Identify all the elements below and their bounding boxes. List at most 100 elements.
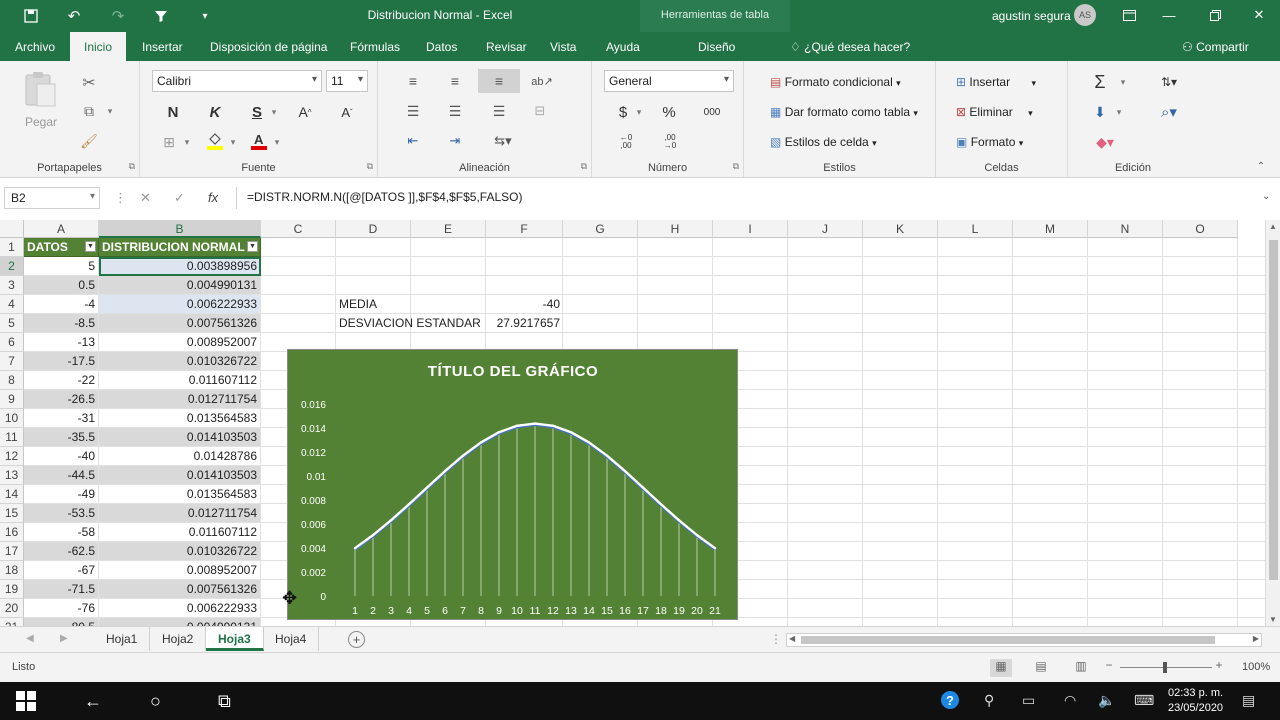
currency-dropdown-icon[interactable]: ▾: [634, 101, 644, 123]
battery-icon[interactable]: ▭: [1022, 692, 1035, 709]
zoom-in-icon[interactable]: +: [1208, 658, 1230, 676]
paste-icon[interactable]: [20, 69, 60, 109]
table-cell-distribucion[interactable]: 0.014103503: [99, 466, 261, 485]
tab-revisar[interactable]: Revisar: [486, 32, 527, 61]
help-icon[interactable]: ?: [940, 690, 960, 713]
sheet-tab-hoja3[interactable]: Hoja3: [206, 627, 264, 651]
enter-icon[interactable]: ✓: [174, 190, 185, 206]
underline-dropdown-icon[interactable]: ▾: [268, 101, 280, 123]
ribbon-display-icon[interactable]: [1116, 4, 1142, 26]
row-header[interactable]: 1: [0, 238, 24, 257]
horizontal-scrollbar[interactable]: ◀ ▶: [786, 633, 1262, 647]
row-header[interactable]: 15: [0, 504, 24, 523]
row-header[interactable]: 3: [0, 276, 24, 295]
fill-color-icon[interactable]: [204, 129, 226, 153]
align-middle-icon[interactable]: ≡: [444, 71, 466, 91]
table-cell-datos[interactable]: -62.5: [24, 542, 99, 561]
font-color-icon[interactable]: A: [248, 129, 270, 153]
font-name-select[interactable]: Calibri ▾: [152, 70, 322, 92]
autosum-dropdown-icon[interactable]: ▾: [1118, 71, 1128, 93]
zoom-level[interactable]: 100%: [1242, 661, 1270, 673]
table-cell-datos[interactable]: -13: [24, 333, 99, 352]
column-header-m[interactable]: M: [1013, 220, 1088, 238]
font-color-dropdown-icon[interactable]: ▾: [272, 131, 282, 153]
align-left-icon[interactable]: ☰: [402, 101, 424, 121]
thousands-button[interactable]: 000: [700, 101, 724, 123]
name-box[interactable]: B2 ▾: [4, 187, 100, 209]
horizontal-scroll-thumb[interactable]: [801, 636, 1215, 644]
table-cell-datos[interactable]: -53.5: [24, 504, 99, 523]
table-cell-distribucion[interactable]: 0.013564583: [99, 409, 261, 428]
table-header-datos[interactable]: DATOS ▼: [24, 238, 99, 257]
borders-icon[interactable]: ⊞: [158, 131, 180, 153]
column-header-o[interactable]: O: [1163, 220, 1238, 238]
sort-filter-icon[interactable]: ⇅▾: [1152, 71, 1186, 93]
table-cell-distribucion[interactable]: 0.010326722: [99, 352, 261, 371]
table-header-distribucion[interactable]: DISTRIBUCION NORMAL ▼: [99, 238, 261, 257]
row-header[interactable]: 21: [0, 618, 24, 626]
row-header[interactable]: 7: [0, 352, 24, 371]
shrink-font-icon[interactable]: Aˇ: [336, 101, 358, 123]
page-break-icon[interactable]: ▥: [1070, 659, 1092, 677]
column-header-l[interactable]: L: [938, 220, 1013, 238]
cut-icon[interactable]: ✂: [78, 73, 100, 93]
prev-sheet-icon[interactable]: ◀: [26, 633, 34, 644]
media-label[interactable]: MEDIA: [336, 295, 486, 314]
column-header-n[interactable]: N: [1088, 220, 1163, 238]
align-right-icon[interactable]: ☰: [488, 101, 510, 121]
decrease-decimal-icon[interactable]: ,00 →0: [658, 131, 682, 153]
tab-insertar[interactable]: Insertar: [142, 32, 183, 61]
merge-center-icon[interactable]: ⇆▾: [488, 131, 518, 151]
table-cell-datos[interactable]: -58: [24, 523, 99, 542]
increase-decimal-icon[interactable]: ←0,00: [614, 131, 638, 153]
row-header[interactable]: 9: [0, 390, 24, 409]
add-sheet-icon[interactable]: +: [348, 631, 365, 648]
share-button[interactable]: ⚇ Compartir: [1182, 40, 1249, 54]
copy-icon[interactable]: ⧉: [78, 101, 100, 121]
close-icon[interactable]: ✕: [1246, 4, 1272, 26]
row-header[interactable]: 17: [0, 542, 24, 561]
sheet-tab-hoja4[interactable]: Hoja4: [263, 627, 320, 651]
scroll-right-icon[interactable]: ▶: [1253, 634, 1259, 643]
table-cell-datos[interactable]: 5: [24, 257, 99, 276]
row-header[interactable]: 5: [0, 314, 24, 333]
row-header[interactable]: 14: [0, 485, 24, 504]
increase-indent-icon[interactable]: ⇥: [444, 131, 466, 151]
notifications-icon[interactable]: ▤: [1242, 692, 1255, 709]
table-cell-datos[interactable]: -8.5: [24, 314, 99, 333]
table-cell-distribucion[interactable]: 0.003898956: [99, 257, 261, 276]
clear-icon[interactable]: ◆▾: [1088, 131, 1122, 153]
zoom-out-icon[interactable]: −: [1098, 658, 1120, 676]
tab-disposicion[interactable]: Disposición de página: [210, 32, 327, 61]
font-size-select[interactable]: 11 ▾: [326, 70, 368, 92]
align-top-icon[interactable]: ≡: [402, 71, 424, 91]
row-header[interactable]: 20: [0, 599, 24, 618]
row-header[interactable]: 8: [0, 371, 24, 390]
table-cell-distribucion[interactable]: 0.006222933: [99, 295, 261, 314]
row-header[interactable]: 16: [0, 523, 24, 542]
vertical-scroll-thumb[interactable]: [1269, 240, 1278, 580]
column-header-e[interactable]: E: [411, 220, 486, 238]
table-cell-distribucion[interactable]: 0.011607112: [99, 523, 261, 542]
table-cell-distribucion[interactable]: 0.007561326: [99, 580, 261, 599]
table-cell-distribucion[interactable]: 0.013564583: [99, 485, 261, 504]
table-cell-datos[interactable]: -40: [24, 447, 99, 466]
table-cell-distribucion[interactable]: 0.011607112: [99, 371, 261, 390]
insert-cells-button[interactable]: ⊞ Insertar ▾: [956, 75, 1036, 89]
cell-styles-button[interactable]: ▧ Estilos de celda ▾: [770, 135, 877, 149]
vertical-scrollbar[interactable]: ▲ ▼: [1265, 220, 1280, 626]
windows-start-icon[interactable]: [16, 691, 36, 716]
cancel-icon[interactable]: ✕: [140, 190, 151, 206]
column-header-c[interactable]: C: [261, 220, 336, 238]
tab-diseno[interactable]: Diseño: [698, 32, 735, 61]
user-name[interactable]: agustin segura: [992, 9, 1071, 23]
table-cell-distribucion[interactable]: 0.012711754: [99, 390, 261, 409]
fill-color-dropdown-icon[interactable]: ▾: [228, 131, 238, 153]
next-sheet-icon[interactable]: ▶: [60, 633, 68, 644]
italic-button[interactable]: K: [204, 101, 226, 123]
column-header-i[interactable]: I: [713, 220, 788, 238]
table-cell-distribucion[interactable]: 0.004990131: [99, 276, 261, 295]
row-header[interactable]: 12: [0, 447, 24, 466]
insert-function-icon[interactable]: fx: [208, 190, 218, 205]
fill-icon[interactable]: ⬇: [1088, 101, 1112, 123]
